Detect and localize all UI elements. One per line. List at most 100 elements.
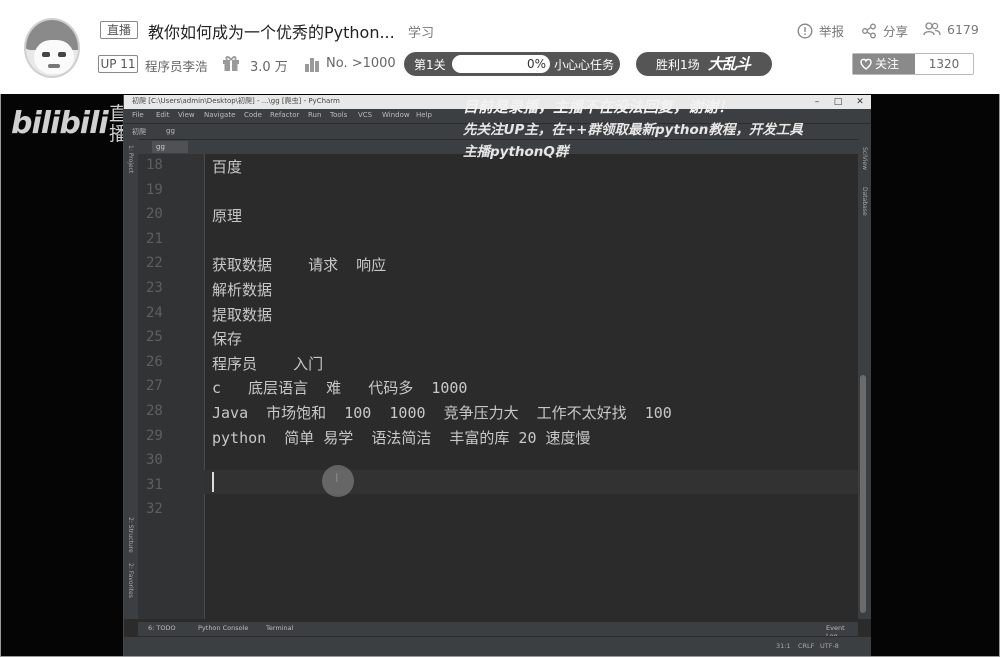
bilibili-logo: bilibili <box>11 106 109 141</box>
fans-count-display: 6179 <box>923 21 979 37</box>
code-text: 获取数据 请求 响应 <box>212 256 387 275</box>
follow-widget: 关注 1320 <box>852 53 974 75</box>
todo-tool-button[interactable]: 6: TODO <box>148 624 176 632</box>
avatar-mouth <box>48 64 60 68</box>
share-button[interactable]: 分享 <box>861 21 908 40</box>
line-number: 20 <box>146 206 163 223</box>
ide-status-bar: 31:1 CRLF UTF-8 <box>124 636 871 656</box>
ibeam-cursor-icon: I <box>335 471 339 485</box>
python-console-button[interactable]: Python Console <box>198 624 248 632</box>
code-line: 19 <box>124 179 858 204</box>
code-text: 程序员 入门 <box>212 354 324 373</box>
code-text: 解析数据 <box>212 281 273 299</box>
menu-item[interactable]: VCS <box>358 111 372 119</box>
menu-item[interactable]: Tools <box>330 111 347 119</box>
streamer-name[interactable]: 程序员李浩 <box>145 56 208 75</box>
live-tag: 直播 <box>100 21 138 39</box>
rank-icon <box>305 58 319 72</box>
line-number: 31 <box>146 476 163 493</box>
stream-notice-line1: 目前是录播，主播不在没法回复，谢谢！ <box>463 98 734 116</box>
line-number: 26 <box>146 353 163 370</box>
menu-item[interactable]: Refactor <box>270 111 299 119</box>
code-text: Java 市场饱和 100 1000 竞争压力大 工作不太好找 100 <box>212 404 672 422</box>
close-icon[interactable]: ✕ <box>850 95 870 109</box>
code-line: 27 c 底层语言 难 代码多 1000 <box>124 375 858 400</box>
popularity-icon <box>223 56 239 71</box>
level-progress-bar: 0% <box>452 55 550 73</box>
line-separator[interactable]: CRLF <box>798 642 814 650</box>
popularity-count: 3.0 万 <box>250 60 288 75</box>
code-text: python 简单 易学 语法简洁 丰富的库 20 速度慢 <box>212 428 591 447</box>
menu-item[interactable]: Help <box>416 111 432 119</box>
battle-brand-logo: 大乱斗 <box>708 55 751 73</box>
video-player[interactable]: bilibili 直 播 初爬 [C:\Users\admin\Desktop\… <box>1 94 999 656</box>
favorites-tool-button[interactable]: 2: Favorites <box>127 563 134 598</box>
menu-item[interactable]: Run <box>308 111 321 119</box>
code-text: 百度 <box>212 158 243 176</box>
fans-count: 6179 <box>947 21 979 37</box>
stream-notice-line2: 先关注UP主，在++群领取最新python教程，开发工具 <box>463 122 803 138</box>
editor-scrollbar[interactable] <box>860 375 866 613</box>
avatar-eye <box>42 52 50 57</box>
code-line: 25 保存 <box>124 326 858 351</box>
menu-item[interactable]: Navigate <box>204 111 235 119</box>
code-line: 26 程序员 入门 <box>124 351 858 376</box>
line-number: 18 <box>146 157 163 173</box>
rank-value[interactable]: No. >1000 <box>326 56 396 71</box>
line-number: 23 <box>146 280 163 296</box>
line-number: 30 <box>146 452 163 469</box>
up-level-tag: UP 11 <box>98 55 138 73</box>
code-line: 21 <box>124 228 858 253</box>
line-number: 24 <box>146 304 163 321</box>
menu-item[interactable]: Edit <box>156 111 170 119</box>
menu-item[interactable]: File <box>132 111 144 119</box>
sciview-tool-button[interactable]: SciView <box>861 147 868 170</box>
menu-item[interactable]: Code <box>244 111 262 119</box>
pycharm-window: 初爬 [C:\Users\admin\Desktop\初爬] - ...\gg … <box>123 95 871 656</box>
report-label: 举报 <box>819 24 845 39</box>
code-text: 提取数据 <box>212 305 273 324</box>
code-line: 28 Java 市场饱和 100 1000 竞争压力大 工作不太好找 100 <box>124 400 858 425</box>
code-line: 20 原理 <box>124 203 858 228</box>
level-percent: 0% <box>526 57 546 71</box>
follow-button[interactable]: 关注 <box>853 54 915 74</box>
line-number: 19 <box>146 181 163 198</box>
menu-item[interactable]: View <box>178 111 195 119</box>
streamer-avatar[interactable] <box>24 18 80 78</box>
stream-notice-line3: 主播pythonQ群 <box>463 144 569 160</box>
live-room-header: 直播 教你如何成为一个优秀的Python... 学习 UP 11 程序员李浩 3… <box>0 0 1000 94</box>
minimize-icon[interactable]: – <box>807 95 827 109</box>
editor-tab-gg[interactable]: gg <box>152 141 188 153</box>
report-button[interactable]: 举报 <box>797 21 844 40</box>
maximize-icon[interactable]: □ <box>828 95 848 109</box>
level-label: 第1关 <box>414 58 446 72</box>
heart-task-label: 小心心任务 <box>554 58 615 72</box>
follow-label: 关注 <box>875 57 900 71</box>
line-number: 32 <box>146 501 163 518</box>
code-line: 24 提取数据 <box>124 302 858 327</box>
code-line: 32 <box>124 498 858 523</box>
nav-project[interactable]: 初爬 <box>132 127 146 137</box>
line-number: 27 <box>146 378 163 395</box>
code-line: 23 解析数据 <box>124 277 858 302</box>
battle-pill[interactable]: 胜利1场 大乱斗 <box>636 52 772 76</box>
avatar-eye <box>58 52 66 57</box>
follower-count: 1320 <box>928 57 960 71</box>
area-link[interactable]: 学习 <box>408 22 434 41</box>
code-line: 30 <box>124 449 858 474</box>
share-icon <box>862 23 876 38</box>
nav-file[interactable]: gg <box>166 127 175 135</box>
line-number: 28 <box>146 403 163 419</box>
avatar-face <box>34 40 74 74</box>
code-line: 29 python 简单 易学 语法简洁 丰富的库 20 速度慢 <box>124 425 858 450</box>
terminal-button[interactable]: Terminal <box>266 624 293 632</box>
database-tool-button[interactable]: Database <box>861 187 868 216</box>
menu-item[interactable]: Window <box>382 111 410 119</box>
caret-position[interactable]: 31:1 <box>776 642 791 650</box>
text-caret <box>212 472 214 492</box>
level-task-pill[interactable]: 第1关 0% 小心心任务 <box>404 52 620 76</box>
stream-title: 教你如何成为一个优秀的Python... <box>148 23 395 42</box>
file-encoding[interactable]: UTF-8 <box>820 642 839 650</box>
line-number: 25 <box>146 329 163 346</box>
line-number: 21 <box>146 230 163 247</box>
